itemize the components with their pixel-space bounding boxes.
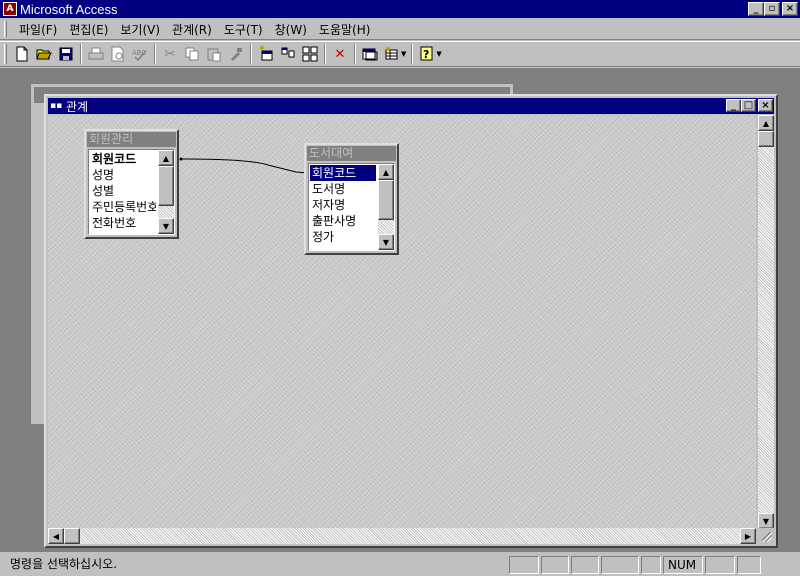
- toolbar-grip[interactable]: [4, 44, 7, 64]
- svg-text:?: ?: [423, 48, 429, 61]
- status-message: 명령을 선택하십시오.: [10, 556, 117, 571]
- relationship-endpoint: [179, 157, 183, 161]
- scroll-up-button[interactable]: ▲: [378, 164, 394, 180]
- toolbar-separator: [154, 44, 156, 64]
- field-list-body: 회원코드 도서명 저자명 출판사명 정가 ▲ ▼: [308, 163, 395, 251]
- status-panel: [737, 555, 761, 574]
- resize-grip[interactable]: [758, 528, 774, 544]
- field-item[interactable]: 성명: [90, 167, 156, 183]
- relationships-title: 관계: [66, 99, 89, 114]
- app-title-bar[interactable]: A Microsoft Access _ ▫ ×: [0, 0, 800, 18]
- access-app-icon[interactable]: A: [3, 2, 17, 16]
- print-preview-icon[interactable]: [107, 43, 129, 65]
- paste-icon[interactable]: [203, 43, 225, 65]
- relationships-titlebar[interactable]: ▪▪ 관계 _ □ ×: [48, 98, 774, 114]
- status-panel: [601, 555, 639, 574]
- cut-icon[interactable]: ✂: [159, 43, 181, 65]
- scroll-right-button[interactable]: ▶: [740, 528, 756, 544]
- toolbar-separator: [354, 44, 356, 64]
- status-panel: [541, 555, 569, 574]
- scroll-up-button[interactable]: ▲: [758, 115, 774, 131]
- app-title: Microsoft Access: [20, 1, 118, 17]
- new-object-dropdown-icon[interactable]: ▼: [401, 50, 406, 58]
- status-panel: [571, 555, 599, 574]
- status-panel: [705, 555, 735, 574]
- menubar-grip[interactable]: [4, 21, 7, 37]
- scroll-down-button[interactable]: ▼: [758, 513, 774, 529]
- help-icon[interactable]: ?: [416, 43, 438, 65]
- open-icon[interactable]: [33, 43, 55, 65]
- horizontal-scroll-thumb[interactable]: [64, 528, 80, 544]
- status-panel: [641, 555, 661, 574]
- relationship-line: [180, 158, 309, 174]
- delete-icon[interactable]: ✕: [329, 43, 351, 65]
- table-field-list-rental[interactable]: 도서대여 회원코드 도서명 저자명 출판사명 정가 ▲ ▼: [304, 143, 399, 255]
- toolbar-separator: [250, 44, 252, 64]
- minimize-button[interactable]: _: [748, 2, 764, 16]
- rel-maximize-button[interactable]: □: [741, 99, 756, 112]
- help-dropdown-icon[interactable]: ▼: [436, 50, 441, 58]
- copy-icon[interactable]: [181, 43, 203, 65]
- database-window-icon[interactable]: [359, 43, 381, 65]
- relationships-icon: ▪▪: [50, 101, 63, 111]
- new-icon[interactable]: [11, 43, 33, 65]
- new-object-icon[interactable]: [381, 43, 403, 65]
- vertical-scrollbar[interactable]: ▲ ▼: [758, 115, 774, 529]
- num-lock-indicator: NUM: [663, 555, 703, 574]
- restore-button[interactable]: ▫: [764, 2, 780, 16]
- rel-minimize-button[interactable]: _: [726, 99, 741, 112]
- menu-tools[interactable]: 도구(T): [218, 21, 269, 38]
- menu-relationships[interactable]: 관계(R): [166, 21, 218, 38]
- toolbar: ABC ✂ ✕ ▼ ? ▼: [0, 41, 800, 67]
- relationships-window[interactable]: ▪▪ 관계 _ □ × 회원관리 회원코드 성명 성별 주민등록번호 전화번호: [44, 94, 778, 548]
- menu-edit[interactable]: 편집(E): [63, 21, 114, 38]
- print-icon[interactable]: [85, 43, 107, 65]
- spelling-icon[interactable]: ABC: [129, 43, 151, 65]
- scroll-left-button[interactable]: ◀: [48, 528, 64, 544]
- field-item-selected[interactable]: 회원코드: [310, 165, 376, 181]
- scroll-down-button[interactable]: ▼: [378, 234, 394, 250]
- relationships-canvas[interactable]: 회원관리 회원코드 성명 성별 주민등록번호 전화번호 ▲ ▼ 도서대여 회원코…: [48, 115, 756, 529]
- vertical-scroll-thumb[interactable]: [758, 131, 774, 147]
- field-item[interactable]: 주민등록번호: [90, 199, 156, 215]
- show-direct-icon[interactable]: [277, 43, 299, 65]
- menu-help[interactable]: 도움말(H): [313, 21, 377, 38]
- table-field-list-member[interactable]: 회원관리 회원코드 성명 성별 주민등록번호 전화번호 ▲ ▼: [84, 129, 179, 239]
- save-icon[interactable]: [55, 43, 77, 65]
- table-title[interactable]: 회원관리: [87, 132, 176, 147]
- menu-window[interactable]: 창(W): [269, 21, 313, 38]
- field-list-scrollbar[interactable]: ▲ ▼: [378, 164, 394, 250]
- table-title[interactable]: 도서대여: [307, 146, 396, 161]
- format-painter-icon[interactable]: [225, 43, 247, 65]
- close-button[interactable]: ×: [782, 2, 798, 16]
- toolbar-separator: [324, 44, 326, 64]
- field-list-body: 회원코드 성명 성별 주민등록번호 전화번호 ▲ ▼: [88, 149, 175, 235]
- field-item[interactable]: 성별: [90, 183, 156, 199]
- menu-view[interactable]: 보기(V): [114, 21, 166, 38]
- scroll-thumb[interactable]: [378, 180, 394, 220]
- field-item[interactable]: 전화번호: [90, 215, 156, 231]
- field-item[interactable]: 저자명: [310, 197, 376, 213]
- rel-close-button[interactable]: ×: [758, 99, 773, 112]
- status-panel: [509, 555, 539, 574]
- field-list-scrollbar[interactable]: ▲ ▼: [158, 150, 174, 234]
- menu-bar: 파일(F) 편집(E) 보기(V) 관계(R) 도구(T) 창(W) 도움말(H…: [0, 19, 800, 40]
- scroll-down-button[interactable]: ▼: [158, 218, 174, 234]
- menu-file[interactable]: 파일(F): [13, 21, 63, 38]
- field-item[interactable]: 출판사명: [310, 213, 376, 229]
- toolbar-separator: [411, 44, 414, 64]
- toolbar-separator: [80, 44, 82, 64]
- field-item[interactable]: 정가: [310, 229, 376, 245]
- field-item[interactable]: 도서명: [310, 181, 376, 197]
- show-all-icon[interactable]: [299, 43, 321, 65]
- field-item[interactable]: 회원코드: [90, 151, 156, 167]
- status-bar: 명령을 선택하십시오. NUM: [0, 553, 800, 576]
- horizontal-scrollbar[interactable]: ◀ ▶: [48, 528, 756, 544]
- scroll-thumb[interactable]: [158, 166, 174, 206]
- show-table-icon[interactable]: [255, 43, 277, 65]
- scroll-up-button[interactable]: ▲: [158, 150, 174, 166]
